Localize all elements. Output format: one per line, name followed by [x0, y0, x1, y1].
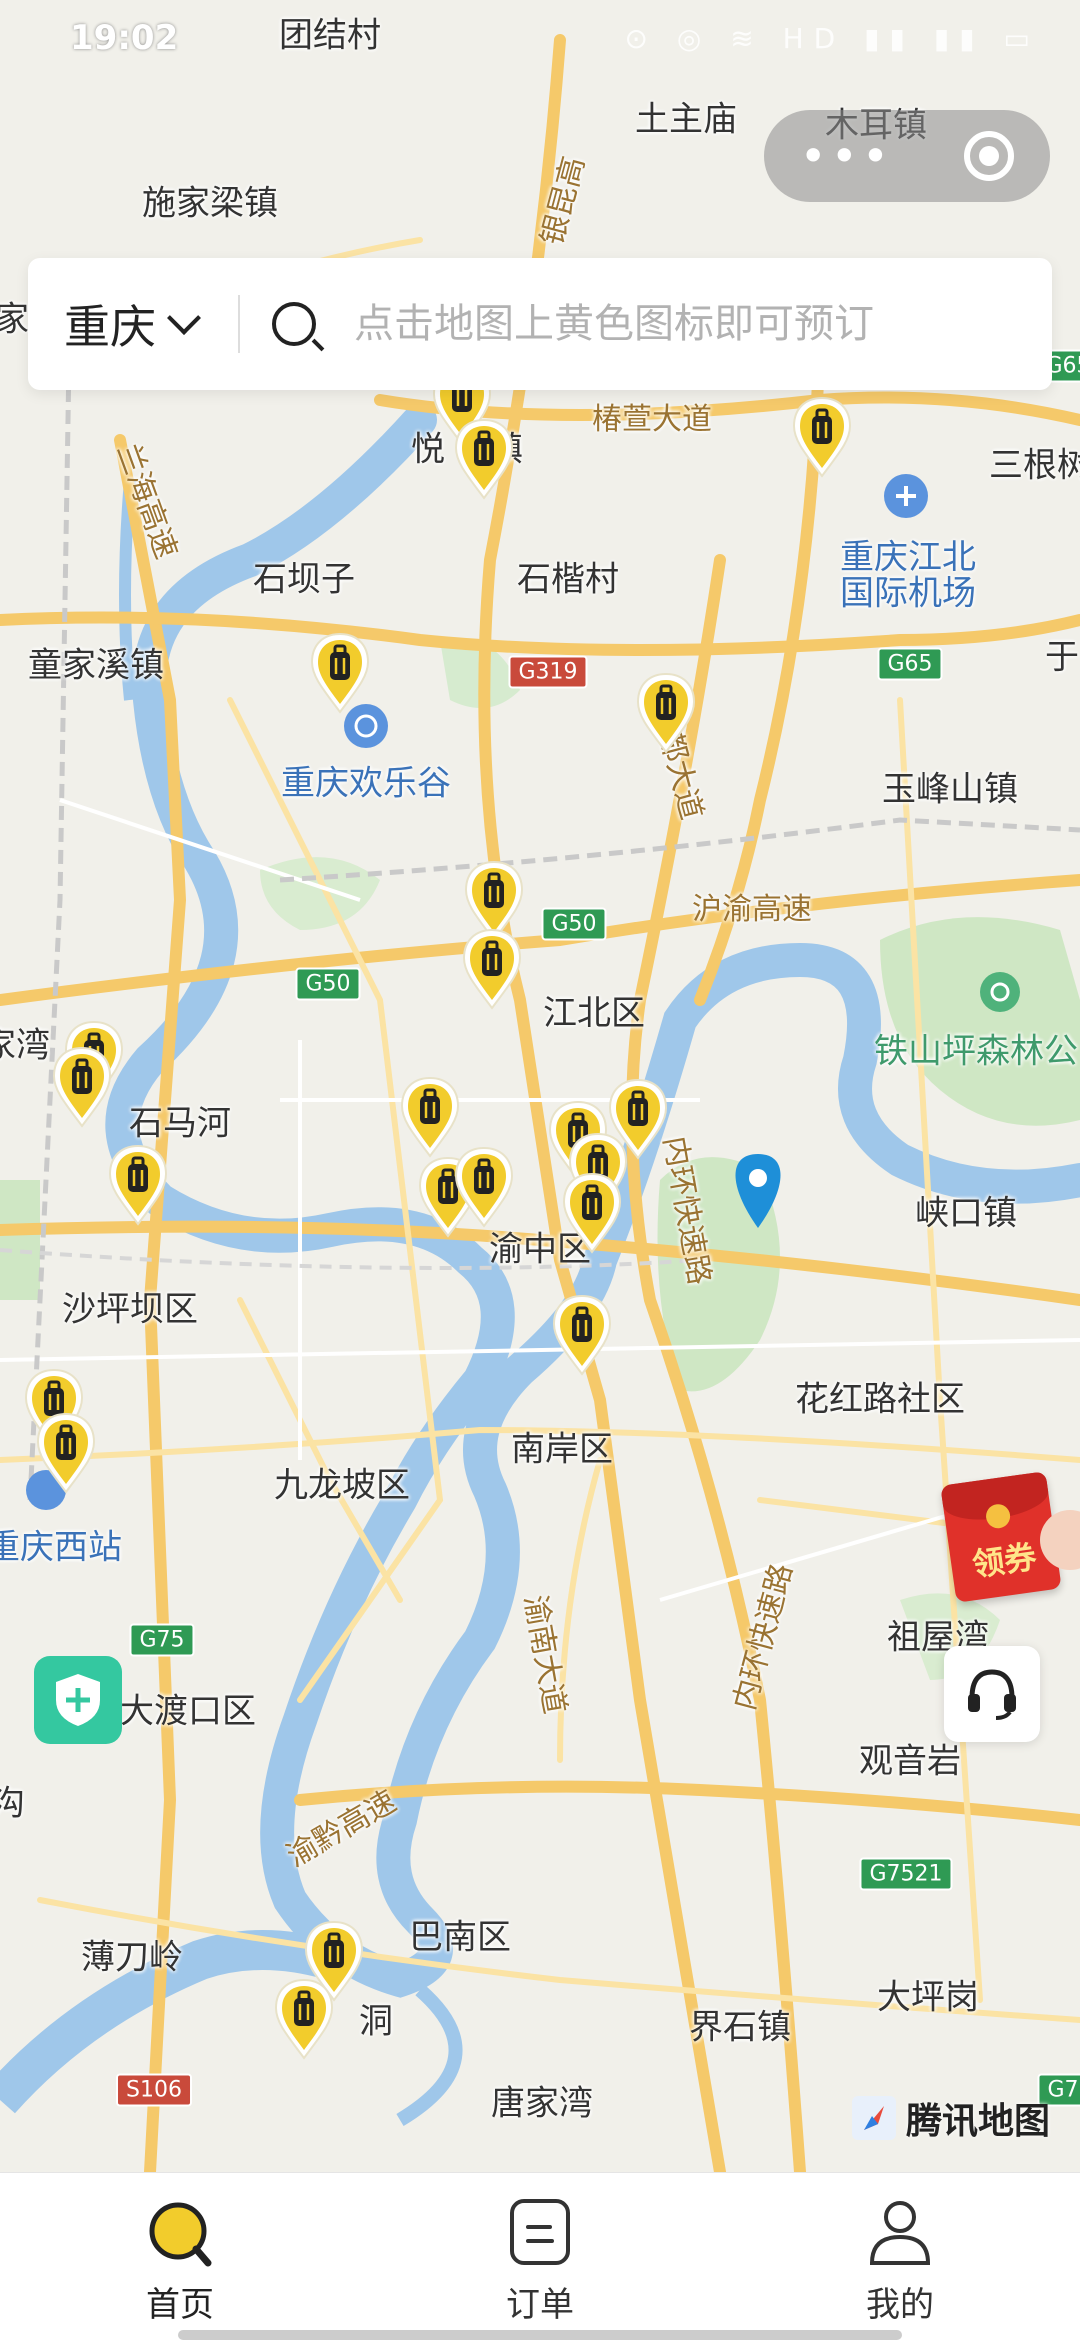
luggage-storage-pin-icon[interactable] [452, 1146, 516, 1228]
map-place-label: 家 [0, 299, 29, 340]
map-place-label: 三根树 [989, 445, 1080, 486]
highway-shield: G75 [129, 1623, 195, 1657]
city-label: 重庆 [64, 300, 156, 354]
tab-mine[interactable]: 我的 [720, 2173, 1080, 2341]
map-place-label: 薄刀岭 [81, 1937, 183, 1978]
home-search-icon [149, 2202, 212, 2267]
tab-home[interactable]: 首页 [0, 2173, 360, 2341]
status-time: 19:02 [70, 18, 179, 58]
map-place-label: 石马河 [129, 1103, 231, 1144]
luggage-storage-pin-icon[interactable] [560, 1172, 624, 1254]
map-place-label: 沙坪坝区 [62, 1289, 198, 1330]
close-miniprogram-icon[interactable] [964, 131, 1015, 181]
search-input[interactable] [352, 300, 996, 348]
luggage-storage-pin-icon[interactable] [50, 1046, 114, 1128]
map-place-label: 界石镇 [689, 2007, 791, 2048]
highway-shield: G65 [877, 647, 943, 681]
home-indicator [178, 2330, 902, 2340]
city-selector[interactable]: 重庆 [64, 291, 201, 357]
map-place-label: 童家溪镇 [28, 645, 164, 686]
divider [238, 295, 240, 353]
map-place-label: 石坝子 [253, 559, 355, 600]
map-place-label: 土主庙 [635, 99, 737, 140]
highway-shield: S106 [116, 2073, 192, 2107]
tab-home-label: 首页 [146, 2285, 214, 2325]
attribution-text: 腾讯地图 [906, 2101, 1051, 2142]
luggage-storage-pin-icon[interactable] [34, 1412, 98, 1494]
luggage-storage-pin-icon[interactable] [790, 396, 854, 478]
tencent-map-logo-icon [852, 2096, 896, 2140]
map-place-label: 施家梁镇 [142, 183, 278, 224]
tab-orders[interactable]: 订单 [360, 2173, 720, 2341]
map-place-label: 峡口镇 [915, 1193, 1017, 1234]
shield-plus-icon [56, 1674, 100, 1726]
luggage-storage-pin-icon[interactable] [452, 418, 516, 500]
highway-shield: G50 [295, 967, 361, 1001]
highway-shield: G50 [541, 907, 607, 941]
luggage-storage-pin-icon[interactable] [634, 672, 698, 754]
map-place-label: 花红路社区 [795, 1379, 965, 1420]
map-place-label: 铁山坪森林公 [874, 1031, 1078, 1072]
luggage-storage-pin-icon[interactable] [106, 1144, 170, 1226]
status-icons: ⊙ ◎ ≋ HD ▮▮ ▮▮ ▭ [624, 22, 1040, 55]
tab-mine-label: 我的 [866, 2285, 934, 2325]
order-list-icon [510, 2199, 570, 2265]
map-place-label: 大渡口区 [120, 1691, 256, 1732]
map-place-label: 玉峰山镇 [882, 769, 1018, 810]
customer-service-button[interactable] [944, 1646, 1040, 1742]
luggage-storage-pin-icon[interactable] [606, 1078, 670, 1160]
luggage-storage-pin-icon[interactable] [308, 632, 372, 714]
map-place-label: 重庆西站 [0, 1527, 122, 1568]
highway-shield: G7521 [859, 1857, 953, 1891]
highway-shield: G319 [508, 655, 588, 689]
status-bar: 19:02 ⊙ ◎ ≋ HD ▮▮ ▮▮ ▭ [0, 0, 1080, 80]
map-place-label: 巴南区 [409, 1917, 511, 1958]
search-icon [272, 302, 316, 346]
map-attribution: 腾讯地图 [850, 2092, 1050, 2144]
user-icon [869, 2201, 931, 2265]
map-place-label: 九龙坡区 [274, 1465, 410, 1506]
luggage-storage-pin-icon[interactable] [460, 928, 524, 1010]
map-place-label: 于 [1045, 637, 1079, 678]
chevron-down-icon [167, 301, 201, 335]
luggage-storage-pin-icon[interactable] [550, 1294, 614, 1376]
map-place-label: 大坪岗 [877, 1977, 979, 2018]
tab-bar: 首页 订单 我的 [0, 2172, 1080, 2341]
map-place-label: 观音岩 [859, 1741, 961, 1782]
search-bar[interactable]: 重庆 [28, 258, 1052, 390]
map-place-label: 石楷村 [517, 559, 619, 600]
map-place-label: 家湾 [0, 1025, 50, 1066]
mini-program-capsule[interactable]: ••• [764, 110, 1050, 202]
map-place-label: 江北区 [543, 993, 645, 1034]
map-place-label: 沟 [0, 1783, 25, 1824]
map-place-label: 唐家湾 [491, 2083, 593, 2124]
tab-orders-label: 订单 [506, 2285, 574, 2325]
headset-icon [968, 1669, 1016, 1720]
map-place-label: 国际机场 [840, 573, 976, 614]
map-place-label: 椿萱大道 [592, 402, 712, 437]
security-shield-button[interactable] [34, 1656, 122, 1744]
map-place-label: 重庆欢乐谷 [281, 763, 451, 804]
luggage-storage-pin-icon[interactable] [272, 1978, 336, 2060]
map-place-label: 南岸区 [511, 1429, 613, 1470]
map-place-label: 沪渝高速 [692, 892, 812, 927]
